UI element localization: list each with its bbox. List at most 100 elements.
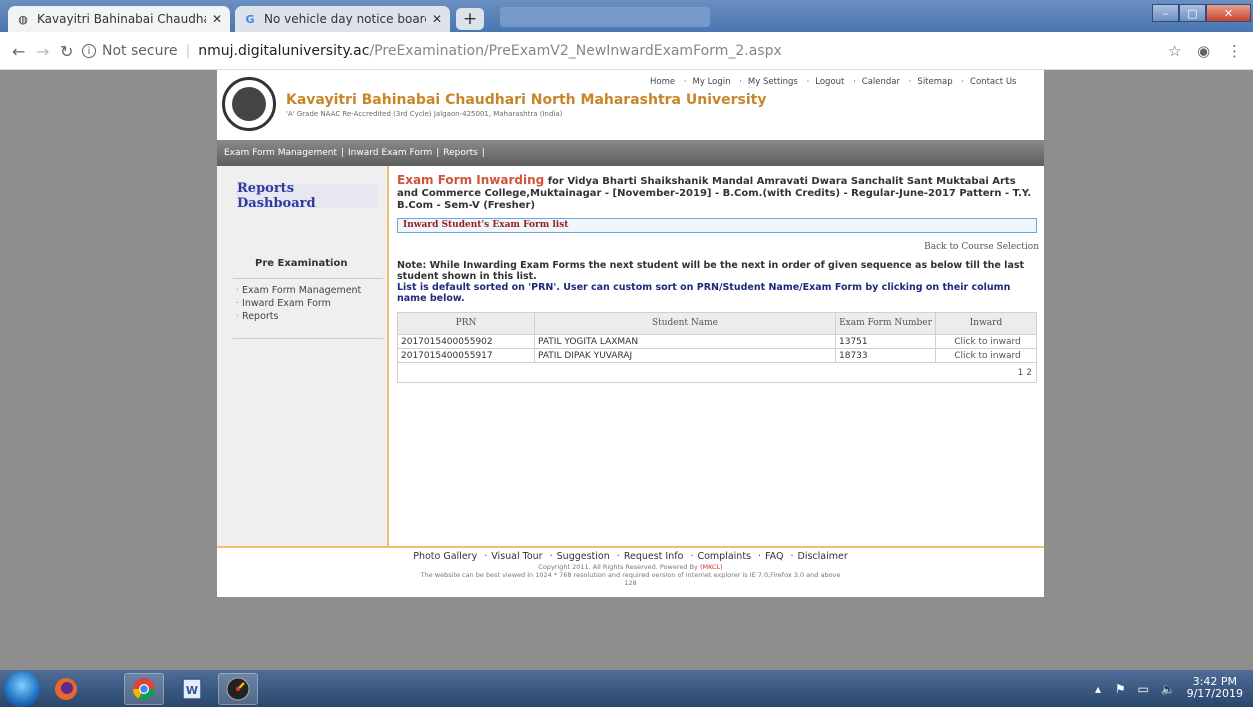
main-content: Exam Form Inwarding for Vidya Bharti Sha…: [397, 174, 1039, 383]
tab-no-vehicle[interactable]: G No vehicle day notice board - G ✕: [235, 6, 450, 32]
column-header-exam-form-number[interactable]: Exam Form Number: [835, 312, 936, 335]
university-subtitle: 'A' Grade NAAC Re-Accredited (3rd Cycle)…: [286, 110, 563, 118]
start-button-icon[interactable]: [4, 671, 40, 707]
back-arrow-icon[interactable]: ←: [12, 42, 25, 61]
close-window-button[interactable]: ✕: [1206, 4, 1251, 22]
link-home[interactable]: Home: [650, 77, 675, 87]
globe-icon: ◍: [18, 12, 28, 26]
sidebar-item-exam-form-management[interactable]: · Exam Form Management: [236, 284, 361, 297]
footer-link-photo-gallery[interactable]: Photo Gallery: [413, 551, 477, 562]
word-icon[interactable]: W: [172, 673, 212, 705]
footer-links: Photo Gallery · Visual Tour · Suggestion ·…: [413, 551, 848, 562]
maximize-button[interactable]: □: [1179, 4, 1206, 22]
footer-link-faq[interactable]: FAQ: [765, 551, 783, 562]
clock[interactable]: 3:42 PM 9/17/2019: [1187, 676, 1243, 700]
page-title: Exam Form Inwarding for Vidya Bharti Sha…: [397, 173, 1032, 211]
footer-link-request-info[interactable]: Request Info: [624, 551, 684, 562]
not-secure-label: Not secure: [102, 43, 178, 59]
column-header-student-name[interactable]: Student Name: [534, 312, 836, 335]
back-to-course-selection-link[interactable]: Back to Course Selection: [397, 242, 1039, 252]
forward-arrow-icon[interactable]: →: [36, 42, 49, 61]
sidebar-item-reports[interactable]: · Reports: [236, 310, 361, 323]
prn-cell: 2017015400055917: [397, 348, 535, 363]
footer-link-visual-tour[interactable]: Visual Tour: [491, 551, 542, 562]
table-row: 2017015400055917 PATIL DIPAK YUVARAJ 187…: [397, 348, 1037, 363]
link-contact-us[interactable]: Contact Us: [970, 77, 1016, 87]
menu-reports[interactable]: Reports: [443, 148, 478, 158]
new-tab-button[interactable]: +: [456, 8, 484, 30]
window-controls: – □ ✕: [1152, 4, 1251, 22]
student-name-cell: PATIL DIPAK YUVARAJ: [534, 348, 836, 363]
divider: [233, 338, 383, 339]
page-2-link[interactable]: 2: [1026, 368, 1032, 378]
student-name-cell: PATIL YOGITA LAXMAN: [534, 334, 836, 349]
page-1-link[interactable]: 1: [1018, 368, 1024, 378]
best-view-text: The website can be best viewed in 1024 *…: [420, 571, 841, 579]
click-to-inward-link[interactable]: Click to inward: [935, 334, 1037, 349]
reload-icon[interactable]: ↻: [60, 42, 73, 61]
link-sitemap[interactable]: Sitemap: [917, 77, 952, 87]
google-icon: G: [245, 12, 255, 26]
divider: [233, 278, 383, 279]
university-logo: [222, 77, 276, 131]
visitor-counter: 128: [624, 579, 637, 587]
link-my-settings[interactable]: My Settings: [748, 77, 798, 87]
menu-icon[interactable]: ⋮: [1227, 42, 1242, 60]
flag-icon[interactable]: ⚑: [1115, 682, 1126, 696]
column-header-inward: Inward: [935, 312, 1037, 335]
site-footer: Photo Gallery · Visual Tour · Suggestion ·…: [217, 546, 1044, 597]
sidebar: Reports Dashboard Pre Examination · Exam …: [217, 166, 389, 597]
minimize-button[interactable]: –: [1152, 4, 1179, 22]
tab-label: Kavayitri Bahinabai Chaudhari N: [37, 12, 206, 26]
reports-dashboard-link[interactable]: Reports Dashboard: [237, 181, 377, 211]
pager-row: 1 2: [397, 362, 1037, 383]
sidebar-item-inward-exam-form[interactable]: · Inward Exam Form: [236, 297, 361, 310]
click-to-inward-link[interactable]: Click to inward: [935, 348, 1037, 363]
web-page: Kavayitri Bahinabai Chaudhari North Maha…: [217, 70, 1044, 597]
top-links: Home · My Login · My Settings · Logout · Cal…: [650, 77, 1017, 87]
tab-kbcnmu[interactable]: ◍ Kavayitri Bahinabai Chaudhari N ✕: [8, 6, 230, 32]
address-bar[interactable]: i Not secure | nmuj.digitaluniversity.ac…: [82, 39, 1212, 63]
prn-cell: 2017015400055902: [397, 334, 535, 349]
firefox-icon[interactable]: [46, 673, 86, 705]
system-tray-icons: ▴ ⚑ ▭ 🔈: [1095, 682, 1176, 696]
windows-taskbar: W ▴ ⚑ ▭ 🔈 3:42 PM 9/17/2019: [0, 670, 1253, 707]
sort-note-text: List is default sorted on 'PRN'. User ca…: [397, 282, 1011, 304]
chrome-icon[interactable]: [124, 673, 164, 705]
network-icon[interactable]: ▭: [1137, 682, 1148, 696]
university-name: Kavayitri Bahinabai Chaudhari North Maha…: [286, 92, 767, 108]
menu-exam-form-management[interactable]: Exam Form Management: [224, 148, 337, 158]
site-header: Kavayitri Bahinabai Chaudhari North Maha…: [217, 70, 1044, 138]
note-text: Note: While Inwarding Exam Forms the nex…: [397, 260, 1025, 282]
speaker-icon[interactable]: 🔈: [1161, 682, 1176, 696]
column-header-prn[interactable]: PRN: [397, 312, 535, 335]
svg-text:W: W: [186, 684, 198, 697]
footer-link-suggestion[interactable]: Suggestion: [557, 551, 610, 562]
students-table: PRN Student Name Exam Form Number Inward…: [397, 312, 1037, 383]
address-host: nmuj.digitaluniversity.ac: [198, 43, 370, 59]
star-icon[interactable]: ☆: [1168, 42, 1181, 60]
speedometer-app-icon[interactable]: [218, 673, 258, 705]
main-menu: Exam Form Management | Inward Exam Form | …: [217, 140, 1044, 166]
exam-form-number-cell: 18733: [835, 348, 936, 363]
info-icon[interactable]: i: [82, 44, 96, 58]
link-logout[interactable]: Logout: [815, 77, 844, 87]
profile-icon[interactable]: ◉: [1197, 42, 1210, 60]
footer-link-disclaimer[interactable]: Disclaimer: [798, 551, 848, 562]
section-header: Inward Student's Exam Form list: [397, 218, 1037, 233]
chevron-up-icon[interactable]: ▴: [1095, 682, 1101, 696]
footer-link-complaints[interactable]: Complaints: [697, 551, 751, 562]
browser-tab-strip: ◍ Kavayitri Bahinabai Chaudhari N ✕ G No…: [0, 0, 1253, 32]
close-icon[interactable]: ✕: [432, 12, 442, 26]
sidebar-links: · Exam Form Management · Inward Exam Form …: [236, 284, 361, 323]
blurred-tab: [500, 7, 710, 27]
close-icon[interactable]: ✕: [212, 12, 222, 26]
tab-label: No vehicle day notice board - G: [264, 12, 426, 26]
link-my-login[interactable]: My Login: [693, 77, 731, 87]
copyright-text: Copyright 2011. All Rights Reserved. Pow…: [538, 563, 723, 571]
menu-inward-exam-form[interactable]: Inward Exam Form: [348, 148, 432, 158]
browser-toolbar: ← → ↻ i Not secure | nmuj.digitalunivers…: [0, 32, 1253, 70]
exam-form-number-cell: 13751: [835, 334, 936, 349]
mkcl-link[interactable]: (MKCL): [700, 563, 723, 571]
link-calendar[interactable]: Calendar: [862, 77, 900, 87]
